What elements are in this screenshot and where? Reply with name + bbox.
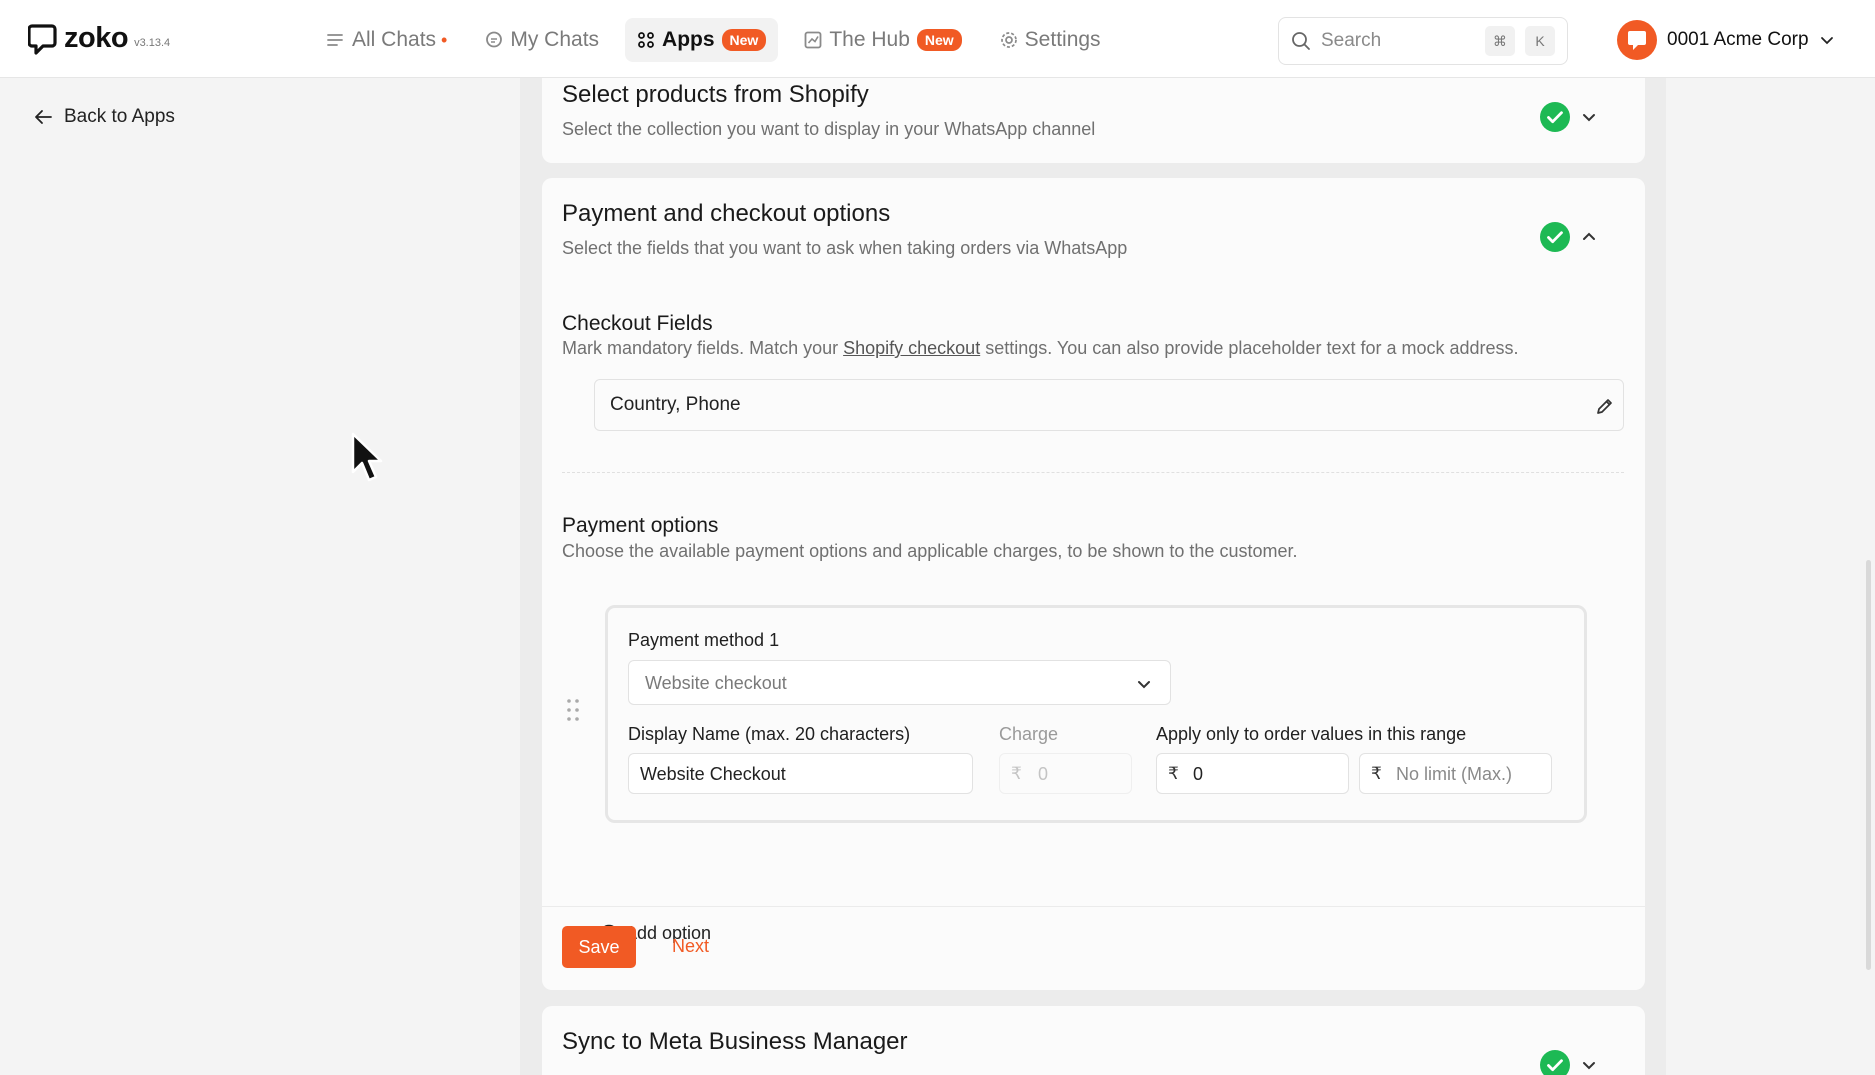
nav-apps-label: Apps — [662, 28, 715, 51]
nav-my-chats-label: My Chats — [510, 28, 600, 51]
checkout-fields-desc: Mark mandatory fields. Match your Shopif… — [562, 338, 1519, 359]
new-badge: New — [721, 29, 767, 51]
payment-method-card: Payment method 1 Website checkout Displa… — [605, 605, 1587, 823]
chart-icon — [804, 31, 822, 49]
range-label: Apply only to order values in this range — [1156, 724, 1467, 744]
drag-handle-icon[interactable] — [566, 698, 580, 722]
back-to-apps-label: Back to Apps — [64, 106, 175, 127]
nav-settings[interactable]: Settings — [988, 18, 1113, 62]
zoko-logo-icon — [28, 23, 57, 55]
brand[interactable]: zoko v3.13.4 — [28, 22, 170, 55]
desc-text: Mark mandatory fields. Match your — [562, 338, 844, 358]
currency-symbol: ₹ — [1168, 764, 1179, 783]
check-circle-icon — [1540, 1050, 1570, 1075]
main-nav: All Chats • My Chats Apps New The Hub Ne… — [315, 18, 1113, 62]
org-switcher[interactable]: 0001 Acme Corp — [1617, 20, 1835, 60]
nav-the-hub-label: The Hub — [829, 28, 910, 51]
org-name: 0001 Acme Corp — [1667, 29, 1809, 50]
save-button[interactable]: Save — [562, 926, 636, 968]
mouse-cursor-icon — [351, 432, 383, 482]
search-icon — [1292, 32, 1310, 50]
payment-checkout-card: Payment and checkout options Select the … — [542, 178, 1645, 990]
currency-symbol: ₹ — [1011, 764, 1022, 783]
desc-text: settings. You can also provide placehold… — [980, 338, 1519, 358]
list-icon — [327, 31, 345, 49]
check-circle-icon — [1540, 102, 1570, 132]
nav-all-chats[interactable]: All Chats • — [315, 18, 459, 62]
payment-method-value: Website checkout — [645, 673, 787, 693]
meta-sync-card[interactable]: Sync to Meta Business Manager — [542, 1006, 1645, 1075]
chat-icon — [485, 31, 503, 49]
chevron-down-icon[interactable] — [1580, 108, 1598, 126]
brand-name: zoko — [64, 22, 129, 54]
zoko-logo-icon — [1628, 31, 1646, 50]
card-subtitle: Select the fields that you want to ask w… — [562, 238, 1128, 258]
range-max-input[interactable]: ₹ No limit (Max.) — [1359, 753, 1552, 794]
app-version: v3.13.4 — [134, 36, 171, 49]
shopify-checkout-link[interactable]: Shopify checkout — [843, 338, 980, 358]
range-min-input[interactable]: ₹ 0 — [1156, 753, 1349, 794]
chevron-up-icon[interactable] — [1580, 228, 1598, 246]
shortcut-k-key: K — [1525, 26, 1555, 56]
charge-label: Charge — [999, 724, 1059, 744]
display-name-value: Website Checkout — [640, 764, 786, 784]
shortcut-cmd-key: ⌘ — [1485, 26, 1515, 56]
new-badge: New — [916, 29, 962, 51]
gear-icon — [1000, 31, 1018, 49]
section-divider — [562, 472, 1624, 473]
check-circle-icon — [1540, 222, 1570, 252]
currency-symbol: ₹ — [1371, 764, 1382, 783]
search-input[interactable]: Search ⌘ K — [1278, 17, 1568, 65]
card-title: Select products from Shopify — [562, 81, 869, 108]
card-title: Sync to Meta Business Manager — [562, 1028, 908, 1055]
next-button[interactable]: Next — [672, 936, 709, 957]
payment-options-desc: Choose the available payment options and… — [562, 541, 1298, 561]
charge-value: 0 — [1038, 764, 1049, 784]
payment-options-title: Payment options — [562, 514, 719, 537]
search-placeholder: Search — [1321, 30, 1382, 51]
card-subtitle: Select the collection you want to displa… — [562, 119, 1096, 139]
shopify-products-card[interactable]: Select products from Shopify Select the … — [542, 78, 1645, 163]
org-avatar — [1617, 20, 1657, 60]
checkout-fields-value: Country, Phone — [610, 394, 741, 415]
unread-dot: • — [441, 29, 448, 50]
display-name-input[interactable]: Website Checkout — [628, 753, 973, 794]
range-max-placeholder: No limit (Max.) — [1396, 764, 1512, 784]
arrow-left-icon — [35, 110, 52, 124]
nav-settings-label: Settings — [1024, 28, 1101, 51]
payment-method-select[interactable]: Website checkout — [628, 660, 1171, 705]
nav-apps[interactable]: Apps New — [625, 18, 779, 62]
card-footer-divider — [542, 906, 1645, 907]
top-navigation-bar: zoko v3.13.4 All Chats • My Chats Apps N… — [0, 0, 1875, 78]
chevron-down-icon — [1138, 681, 1150, 689]
payment-method-label: Payment method 1 — [628, 630, 780, 650]
nav-the-hub[interactable]: The Hub New — [792, 18, 973, 62]
card-title: Payment and checkout options — [562, 200, 891, 227]
back-to-apps-link[interactable]: Back to Apps — [34, 106, 175, 128]
apps-grid-icon — [637, 31, 655, 49]
page-scrollbar[interactable] — [1866, 560, 1871, 970]
app-setup-column: Select products from Shopify Select the … — [520, 78, 1666, 1075]
checkout-fields-title: Checkout Fields — [562, 312, 713, 335]
nav-all-chats-label: All Chats — [352, 28, 437, 51]
chevron-down-icon[interactable] — [1580, 1056, 1598, 1074]
checkout-fields-box[interactable]: Country, Phone — [594, 379, 1624, 431]
nav-my-chats[interactable]: My Chats — [473, 18, 611, 62]
chevron-down-icon — [1820, 37, 1833, 45]
range-min-value: 0 — [1193, 764, 1204, 784]
display-name-label: Display Name (max. 20 characters) — [628, 724, 911, 744]
edit-pencil-icon[interactable] — [1595, 396, 1615, 416]
charge-input: ₹ 0 — [999, 753, 1132, 794]
